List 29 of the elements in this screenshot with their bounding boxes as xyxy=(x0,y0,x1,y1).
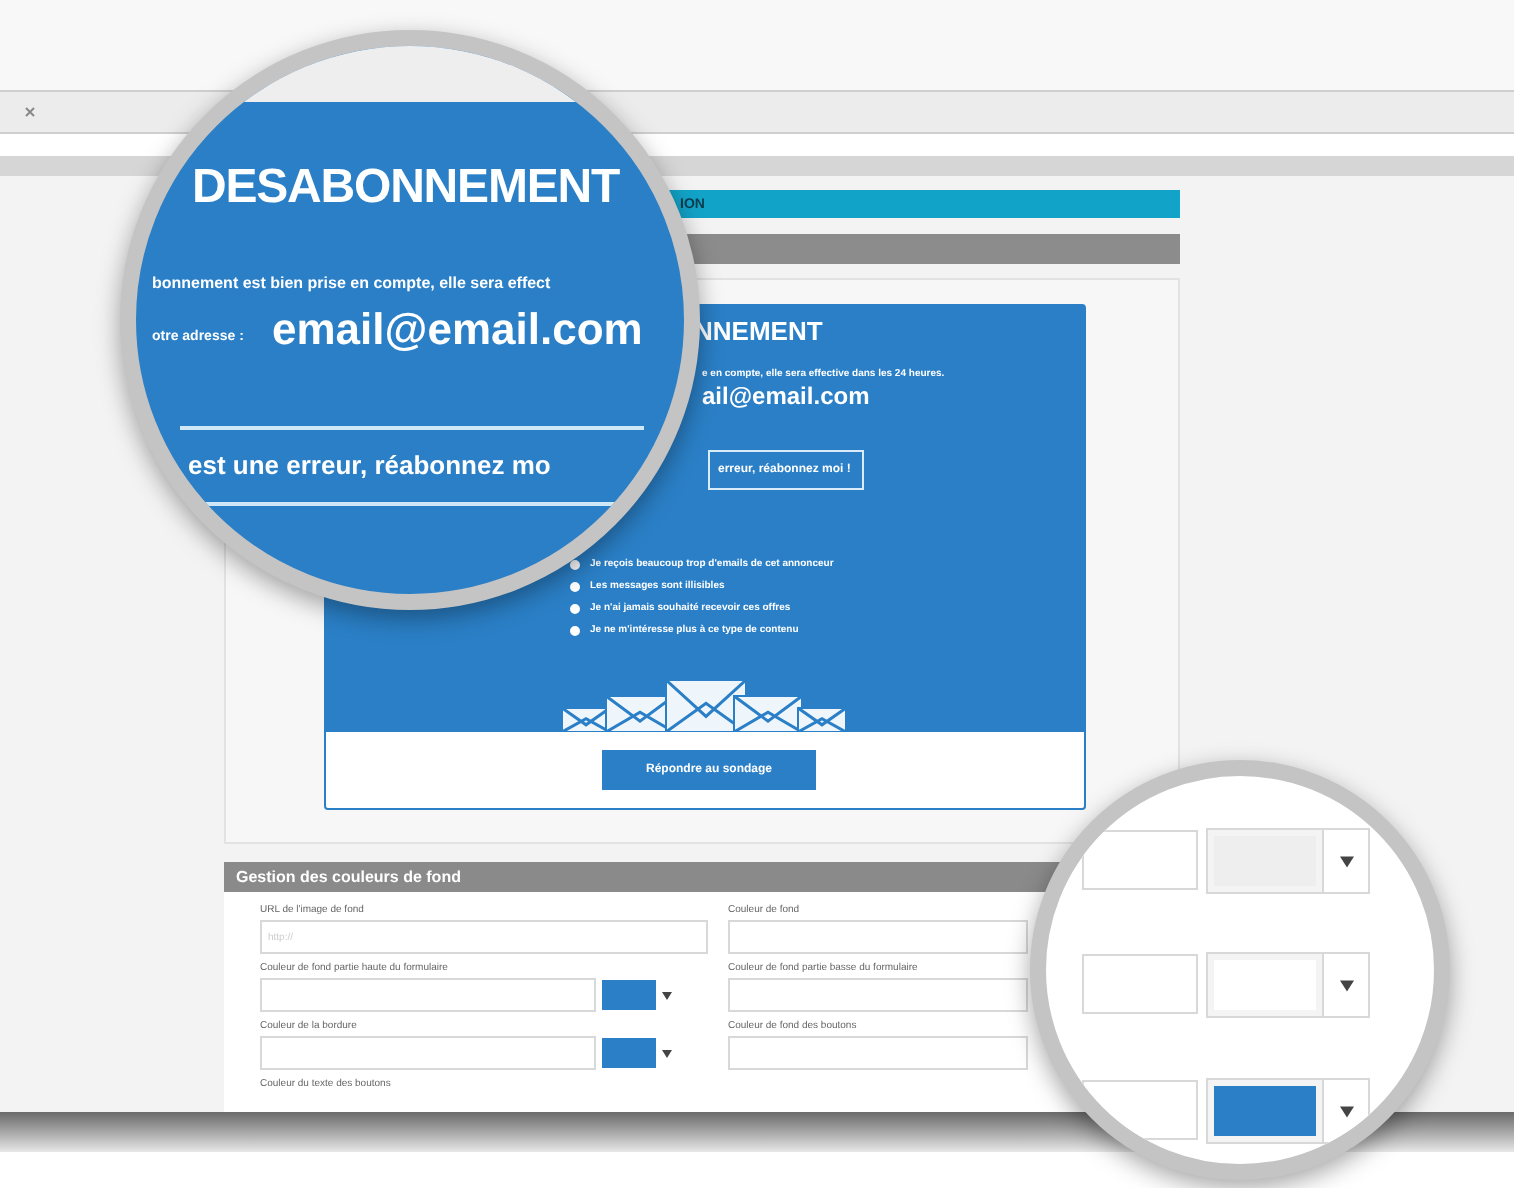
email-address: ail@email.com xyxy=(702,384,872,410)
input-field[interactable] xyxy=(728,978,1028,1012)
input-field[interactable] xyxy=(1082,830,1198,890)
caret-icon xyxy=(1339,979,1353,991)
input-field[interactable] xyxy=(1082,954,1198,1014)
card-title: NNEMENT xyxy=(694,318,825,346)
caret-icon xyxy=(1339,855,1353,867)
resubscribe-button[interactable]: est une erreur, réabonnez mo xyxy=(180,426,644,506)
color-dropdown[interactable] xyxy=(1206,828,1370,894)
input-field[interactable] xyxy=(260,1036,596,1070)
panel-title: Gestion des couleurs de fond xyxy=(236,869,461,885)
caret-icon xyxy=(1339,1105,1353,1117)
input-field[interactable] xyxy=(728,1036,1028,1070)
caret-icon xyxy=(662,1049,672,1057)
input-field[interactable] xyxy=(260,978,596,1012)
caret-icon xyxy=(662,991,672,999)
input-field[interactable] xyxy=(728,920,1028,954)
card-message: bonnement est bien prise en compte, elle sera effect xyxy=(152,274,551,292)
color-swatch[interactable] xyxy=(602,1038,656,1068)
color-swatch[interactable] xyxy=(602,980,656,1010)
radio-button[interactable] xyxy=(570,625,580,635)
radio-button[interactable] xyxy=(570,603,580,613)
card-title: DESABONNEMENT xyxy=(192,162,620,214)
color-dropdown[interactable] xyxy=(1206,1078,1370,1144)
close-icon[interactable] xyxy=(24,106,36,118)
email-address: email@email.com xyxy=(272,306,643,354)
radio-button[interactable] xyxy=(570,581,580,591)
color-dropdown[interactable] xyxy=(1206,952,1370,1018)
input-field[interactable] xyxy=(1082,1080,1198,1140)
